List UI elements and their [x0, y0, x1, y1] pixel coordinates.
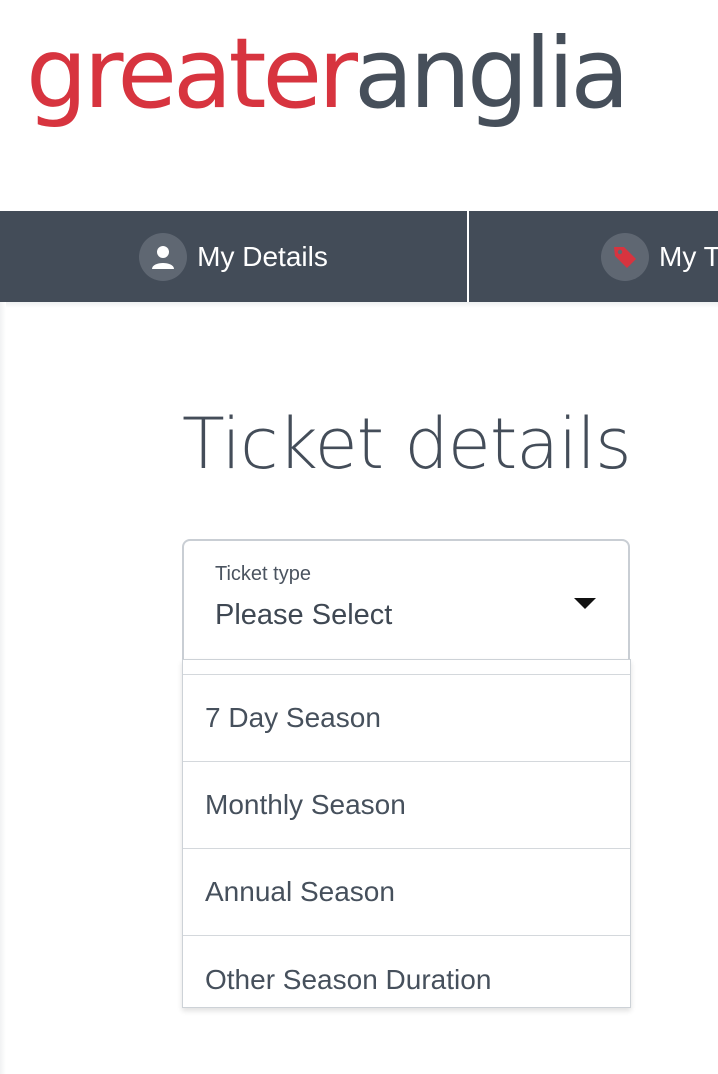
option-7-day-season[interactable]: 7 Day Season	[183, 675, 630, 762]
page-title: Ticket details	[182, 403, 632, 485]
top-nav-bar: My Details My T	[0, 211, 718, 302]
ticket-type-select[interactable]: Ticket type Please Select	[182, 539, 630, 659]
caret-down-icon	[574, 598, 596, 609]
content-top-shadow	[0, 302, 718, 308]
ticket-type-value: Please Select	[215, 599, 393, 631]
option-monthly-season[interactable]: Monthly Season	[183, 762, 630, 849]
tag-icon	[601, 232, 649, 281]
tab-my-tickets[interactable]: My T	[469, 211, 718, 302]
tab-my-tickets-label: My T	[659, 240, 718, 272]
ticket-type-label: Ticket type	[215, 563, 311, 585]
tab-my-details-label: My Details	[197, 240, 328, 272]
greater-anglia-logo[interactable]: greateranglia	[26, 14, 630, 134]
content-left-edge	[0, 302, 6, 1074]
page: greateranglia My Details My T Ticket det	[0, 0, 718, 1074]
ticket-type-dropdown: 7 Day Season Monthly Season Annual Seaso…	[182, 659, 631, 1008]
user-icon	[139, 232, 188, 281]
option-other-season-duration[interactable]: Other Season Duration	[183, 936, 630, 1007]
logo-text-greater: greater	[26, 17, 358, 130]
logo-text-anglia: anglia	[354, 17, 630, 130]
tab-my-details[interactable]: My Details	[0, 211, 469, 302]
option-annual-season[interactable]: Annual Season	[183, 849, 630, 936]
